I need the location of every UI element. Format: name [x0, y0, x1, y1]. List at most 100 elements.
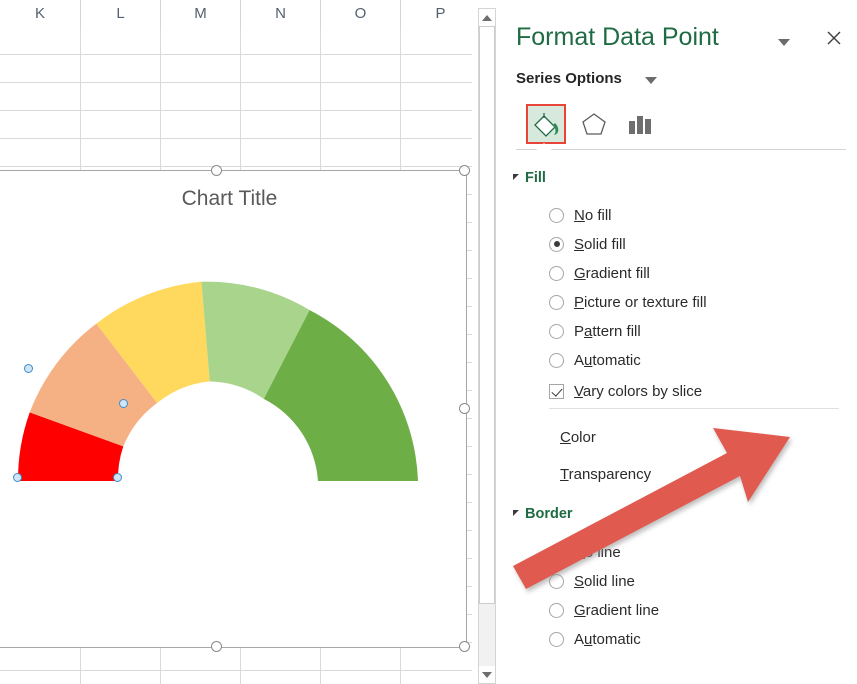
grid-cell[interactable]	[241, 139, 321, 167]
option-label: No line	[574, 544, 621, 561]
grid-cell[interactable]	[401, 111, 472, 139]
grid-cell[interactable]	[81, 83, 161, 111]
grid-cell[interactable]	[241, 671, 321, 684]
radio-icon[interactable]	[549, 237, 564, 252]
radio-icon[interactable]	[549, 324, 564, 339]
fill-option-automatic[interactable]: Automatic	[549, 350, 641, 370]
grid-cell[interactable]	[0, 139, 81, 167]
scrollbar-track[interactable]	[479, 26, 495, 668]
grid-cell[interactable]	[241, 27, 321, 55]
chart-handle-middle-right[interactable]	[459, 403, 470, 414]
datapoint-handle-bottom-left[interactable]	[13, 473, 22, 482]
fill-section-toggle-icon[interactable]	[513, 174, 519, 186]
grid-cell[interactable]	[0, 671, 81, 684]
fill-option-no-fill[interactable]: No fill	[549, 205, 612, 225]
grid-cell[interactable]	[161, 27, 241, 55]
grid-cell[interactable]	[0, 83, 81, 111]
excel-window: KLMNOP Chart Title	[0, 0, 857, 684]
grid-cell[interactable]	[81, 671, 161, 684]
grid-cell[interactable]	[321, 83, 401, 111]
grid-row	[0, 27, 472, 55]
close-button[interactable]	[821, 26, 847, 52]
tab-series-options[interactable]	[620, 104, 660, 144]
grid-cell[interactable]	[321, 55, 401, 83]
grid-cell[interactable]	[81, 55, 161, 83]
grid-cell[interactable]	[401, 83, 472, 111]
grid-cell[interactable]	[0, 111, 81, 139]
grid-cell[interactable]	[241, 111, 321, 139]
series-options-caret[interactable]	[645, 77, 657, 84]
grid-cell[interactable]	[401, 671, 472, 684]
grid-cell[interactable]	[241, 55, 321, 83]
radio-icon[interactable]	[549, 545, 564, 560]
grid-cell[interactable]	[321, 111, 401, 139]
grid-cell[interactable]	[81, 27, 161, 55]
vary-colors-by-slice-checkbox-row[interactable]: Vary colors by slice	[549, 381, 702, 401]
option-label: Vary colors by slice	[574, 383, 702, 400]
column-header-M[interactable]: M	[161, 0, 241, 27]
border-option-solid-line[interactable]: Solid line	[549, 571, 635, 591]
scroll-down-arrow-icon	[482, 672, 492, 678]
paint-bucket-icon	[531, 109, 561, 139]
grid-cell[interactable]	[401, 27, 472, 55]
column-header-O[interactable]: O	[321, 0, 401, 27]
chart-handle-bottom-right[interactable]	[459, 641, 470, 652]
grid-cell[interactable]	[161, 111, 241, 139]
grid-cell[interactable]	[161, 55, 241, 83]
grid-cell[interactable]	[0, 27, 81, 55]
grid-row	[0, 55, 472, 83]
fill-section-divider	[549, 408, 839, 409]
grid-cell[interactable]	[321, 27, 401, 55]
radio-icon[interactable]	[549, 603, 564, 618]
border-option-gradient-line[interactable]: Gradient line	[549, 600, 659, 620]
column-header-N[interactable]: N	[241, 0, 321, 27]
fill-option-gradient-fill[interactable]: Gradient fill	[549, 263, 650, 283]
radio-icon[interactable]	[549, 266, 564, 281]
border-section-heading[interactable]: Border	[525, 506, 573, 522]
datapoint-handle-bottom-right[interactable]	[113, 473, 122, 482]
column-header-L[interactable]: L	[81, 0, 161, 27]
scroll-up-button[interactable]	[479, 9, 495, 26]
tab-fill-and-line[interactable]	[526, 104, 566, 144]
chart-handle-top-right[interactable]	[459, 165, 470, 176]
scroll-down-button[interactable]	[479, 666, 495, 683]
column-header-P[interactable]: P	[401, 0, 472, 27]
fill-option-solid-fill[interactable]: Solid fill	[549, 234, 626, 254]
chart-handle-top-center[interactable]	[211, 165, 222, 176]
grid-cell[interactable]	[161, 83, 241, 111]
grid-cell[interactable]	[161, 671, 241, 684]
gauge-chart-object[interactable]: Chart Title	[0, 170, 467, 648]
radio-icon[interactable]	[549, 295, 564, 310]
datapoint-handle-top-left[interactable]	[24, 364, 33, 373]
fill-option-pattern-fill[interactable]: Pattern fill	[549, 321, 641, 341]
grid-cell[interactable]	[401, 55, 472, 83]
border-option-automatic[interactable]: Automatic	[549, 629, 641, 649]
radio-icon[interactable]	[549, 208, 564, 223]
grid-cell[interactable]	[81, 111, 161, 139]
checkbox-icon[interactable]	[549, 384, 564, 399]
fill-option-picture-or-texture-fill[interactable]: Picture or texture fill	[549, 292, 707, 312]
chart-title[interactable]: Chart Title	[0, 187, 468, 211]
fill-section-heading[interactable]: Fill	[525, 170, 546, 186]
tab-effects[interactable]	[574, 104, 614, 144]
radio-icon[interactable]	[549, 632, 564, 647]
option-label: Solid fill	[574, 236, 626, 253]
pane-menu-button[interactable]	[773, 31, 795, 53]
grid-cell[interactable]	[81, 139, 161, 167]
grid-cell[interactable]	[241, 83, 321, 111]
grid-cell[interactable]	[321, 671, 401, 684]
grid-cell[interactable]	[321, 139, 401, 167]
grid-cell[interactable]	[161, 139, 241, 167]
chart-handle-bottom-center[interactable]	[211, 641, 222, 652]
column-header-K[interactable]: K	[0, 0, 81, 27]
series-options-label[interactable]: Series Options	[516, 70, 622, 87]
datapoint-handle-top-right[interactable]	[119, 399, 128, 408]
radio-icon[interactable]	[549, 574, 564, 589]
border-option-no-line[interactable]: No line	[549, 542, 621, 562]
radio-icon[interactable]	[549, 353, 564, 368]
grid-cell[interactable]	[0, 55, 81, 83]
border-section-toggle-icon[interactable]	[513, 510, 519, 522]
scrollbar-thumb[interactable]	[479, 26, 495, 604]
grid-cell[interactable]	[401, 139, 472, 167]
vertical-scrollbar[interactable]	[478, 8, 496, 684]
